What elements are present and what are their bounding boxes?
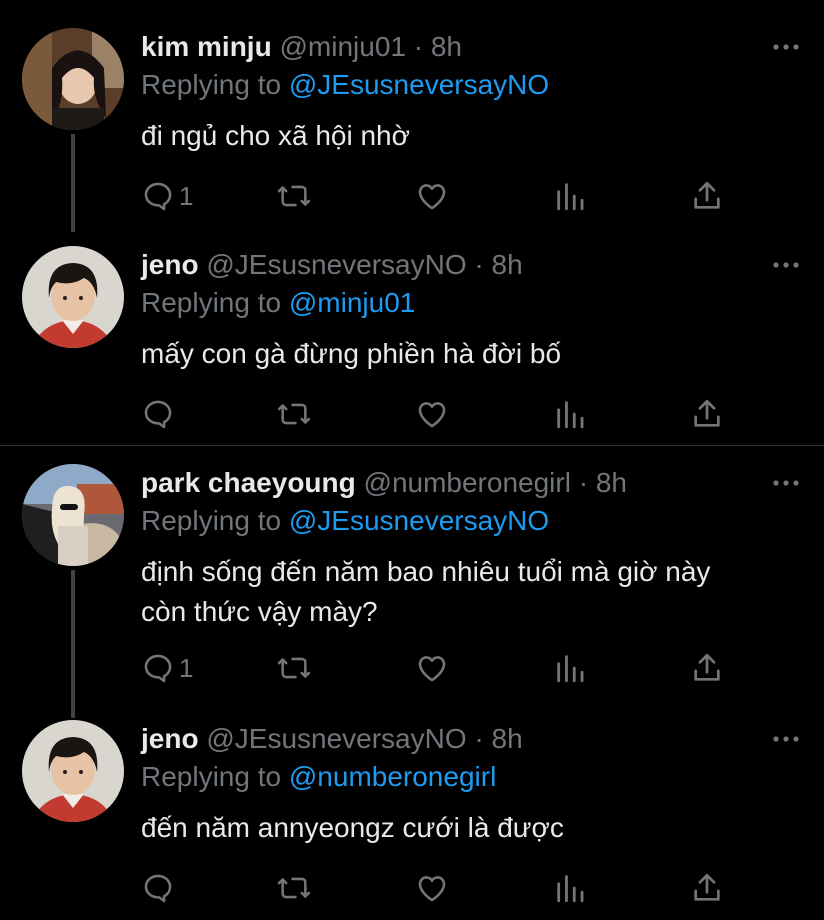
separator-dot: · xyxy=(413,31,424,62)
avatar[interactable] xyxy=(22,720,124,822)
analytics-button[interactable] xyxy=(554,648,586,688)
action-bar: 1 xyxy=(141,648,741,688)
replying-label: Replying to xyxy=(141,761,282,792)
mention-link[interactable]: @JEsusneversayNO xyxy=(289,505,549,536)
analytics-button[interactable] xyxy=(554,176,586,216)
timestamp[interactable]: 8h xyxy=(492,723,523,754)
reply-icon xyxy=(141,651,175,685)
like-icon xyxy=(415,871,449,905)
analytics-button[interactable] xyxy=(554,394,586,434)
like-button[interactable] xyxy=(415,868,449,908)
tweet[interactable]: park chaeyoung @numberonegirl · 8h Reply… xyxy=(0,446,824,718)
reply-icon xyxy=(141,397,175,431)
analytics-icon xyxy=(554,179,586,213)
share-icon xyxy=(691,871,723,905)
reply-button[interactable]: 1 xyxy=(141,176,193,216)
timestamp[interactable]: 8h xyxy=(492,249,523,280)
display-name[interactable]: jeno xyxy=(141,249,199,280)
action-bar: 1 xyxy=(141,176,741,216)
share-icon xyxy=(691,179,723,213)
replying-label: Replying to xyxy=(141,69,282,100)
replying-to: Replying to @JEsusneversayNO xyxy=(141,68,549,102)
action-bar xyxy=(141,868,741,908)
retweet-icon xyxy=(275,397,313,431)
user-handle[interactable]: @JEsusneversayNO xyxy=(206,723,466,754)
share-button[interactable] xyxy=(691,176,723,216)
avatar[interactable] xyxy=(22,28,124,130)
more-icon[interactable] xyxy=(772,33,800,61)
like-icon xyxy=(415,179,449,213)
tweet-text: đi ngủ cho xã hội nhờ xyxy=(141,120,410,151)
share-button[interactable] xyxy=(691,868,723,908)
thread-line xyxy=(71,134,75,232)
more-icon[interactable] xyxy=(772,469,800,497)
reply-icon xyxy=(141,871,175,905)
like-button[interactable] xyxy=(415,648,449,688)
timestamp[interactable]: 8h xyxy=(431,31,462,62)
tweet-text: đến năm annyeongz cưới là được xyxy=(141,812,564,843)
reply-count: 1 xyxy=(179,180,194,211)
action-bar xyxy=(141,394,741,434)
tweet-header: park chaeyoung @numberonegirl · 8h xyxy=(141,466,627,500)
tweet[interactable]: jeno @JEsusneversayNO · 8h Replying to @… xyxy=(0,708,824,920)
analytics-button[interactable] xyxy=(554,868,586,908)
thread-line xyxy=(71,570,75,718)
analytics-icon xyxy=(554,651,586,685)
timestamp[interactable]: 8h xyxy=(596,467,627,498)
like-icon xyxy=(415,651,449,685)
analytics-icon xyxy=(554,397,586,431)
reply-count: 1 xyxy=(179,652,194,683)
tweet-text: định sống đến năm bao nhiêu tuổi mà giờ … xyxy=(141,556,711,627)
mention-link[interactable]: @minju01 xyxy=(289,287,415,318)
share-icon xyxy=(691,651,723,685)
share-button[interactable] xyxy=(691,394,723,434)
retweet-icon xyxy=(275,871,313,905)
replying-label: Replying to xyxy=(141,287,282,318)
tweet-text: mấy con gà đừng phiền hà đời bố xyxy=(141,338,562,369)
retweet-button[interactable] xyxy=(275,176,313,216)
replying-to: Replying to @numberonegirl xyxy=(141,760,496,794)
separator-dot: · xyxy=(474,249,484,280)
analytics-icon xyxy=(554,871,586,905)
tweet-header: kim minju @minju01 · 8h xyxy=(141,30,462,64)
share-button[interactable] xyxy=(691,648,723,688)
more-icon[interactable] xyxy=(772,725,800,753)
reply-button[interactable]: 1 xyxy=(141,648,193,688)
retweet-icon xyxy=(275,651,313,685)
tweet[interactable]: kim minju @minju01 · 8h Replying to @JEs… xyxy=(0,0,824,232)
reply-icon xyxy=(141,179,175,213)
separator-dot: · xyxy=(474,723,484,754)
mention-link[interactable]: @numberonegirl xyxy=(289,761,496,792)
user-handle[interactable]: @numberonegirl xyxy=(364,467,571,498)
more-icon[interactable] xyxy=(772,251,800,279)
mention-link[interactable]: @JEsusneversayNO xyxy=(289,69,549,100)
tweet[interactable]: jeno @JEsusneversayNO · 8h Replying to @… xyxy=(0,232,824,444)
retweet-icon xyxy=(275,179,313,213)
avatar[interactable] xyxy=(22,246,124,348)
like-icon xyxy=(415,397,449,431)
user-handle[interactable]: @minju01 xyxy=(279,31,405,62)
display-name[interactable]: kim minju xyxy=(141,31,272,62)
like-button[interactable] xyxy=(415,394,449,434)
share-icon xyxy=(691,397,723,431)
reply-button[interactable] xyxy=(141,868,179,908)
reply-button[interactable] xyxy=(141,394,179,434)
avatar[interactable] xyxy=(22,464,124,566)
replying-to: Replying to @JEsusneversayNO xyxy=(141,504,549,538)
retweet-button[interactable] xyxy=(275,394,313,434)
separator-dot: · xyxy=(578,467,589,498)
display-name[interactable]: park chaeyoung xyxy=(141,467,356,498)
like-button[interactable] xyxy=(415,176,449,216)
retweet-button[interactable] xyxy=(275,648,313,688)
tweet-header: jeno @JEsusneversayNO · 8h xyxy=(141,248,523,282)
user-handle[interactable]: @JEsusneversayNO xyxy=(206,249,466,280)
retweet-button[interactable] xyxy=(275,868,313,908)
replying-to: Replying to @minju01 xyxy=(141,286,415,320)
tweet-header: jeno @JEsusneversayNO · 8h xyxy=(141,722,523,756)
display-name[interactable]: jeno xyxy=(141,723,199,754)
replying-label: Replying to xyxy=(141,505,282,536)
